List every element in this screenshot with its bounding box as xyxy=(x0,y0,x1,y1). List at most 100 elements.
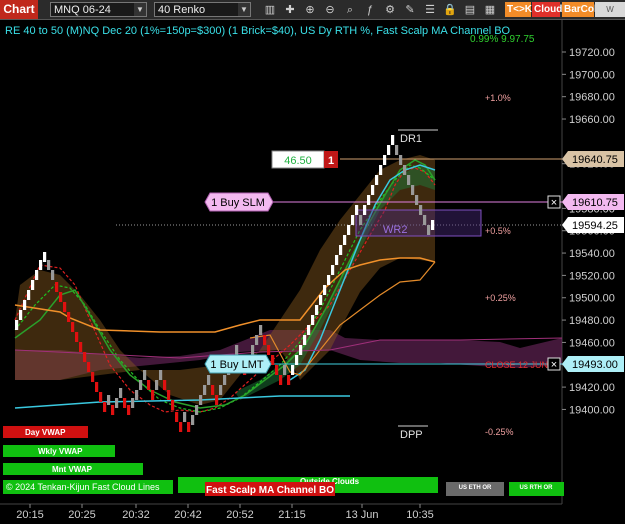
strategy-badge: Fast Scalp MA Channel BO xyxy=(205,482,335,496)
tk-toggle-button[interactable]: T<>K xyxy=(505,2,532,17)
magnify-icon[interactable]: ⌕ xyxy=(342,2,358,18)
renko-brick xyxy=(115,398,119,408)
renko-brick xyxy=(375,175,379,185)
renko-brick xyxy=(399,155,403,165)
bar-type-selector[interactable]: 40 Renko ▼ xyxy=(154,2,251,17)
chevron-down-icon: ▼ xyxy=(134,3,146,16)
price-tick-label: 19520.00 xyxy=(569,270,615,282)
renko-brick xyxy=(283,365,287,375)
badge-us-eth-or-text: US ETH OR xyxy=(459,485,492,491)
zoom-in-icon[interactable]: ⊕ xyxy=(302,2,318,18)
instrument-selector[interactable]: MNQ 06-24 ▼ xyxy=(50,2,147,17)
drawing-icon[interactable]: ✎ xyxy=(402,2,418,18)
renko-brick xyxy=(147,380,151,390)
renko-brick xyxy=(47,260,51,270)
renko-brick xyxy=(407,175,411,185)
renko-brick xyxy=(131,398,135,408)
renko-brick xyxy=(355,205,359,215)
badge-us-rth-or-text: US RTH OR xyxy=(520,485,554,491)
renko-brick xyxy=(155,380,159,390)
zoom-out-icon[interactable]: ⊖ xyxy=(322,2,338,18)
renko-brick xyxy=(267,345,271,355)
lock-icon[interactable]: 🔒 xyxy=(442,2,458,18)
renko-brick xyxy=(395,145,399,155)
strategy-icon[interactable]: ⚙ xyxy=(382,2,398,18)
renko-brick xyxy=(431,220,435,230)
dpp-label: DPP xyxy=(400,429,423,441)
renko-brick xyxy=(151,390,155,400)
properties-icon[interactable]: ☰ xyxy=(422,2,438,18)
renko-brick xyxy=(211,385,215,395)
renko-brick xyxy=(127,405,131,415)
renko-brick xyxy=(343,235,347,245)
price-label-buy-slm: 19610.75 xyxy=(562,194,624,210)
price-chart[interactable]: 19720.0019700.0019680.0019660.0019620.00… xyxy=(0,20,625,524)
renko-brick xyxy=(55,282,59,292)
renko-brick xyxy=(319,295,323,305)
renko-brick xyxy=(23,300,27,310)
bars-icon[interactable]: ▥ xyxy=(262,2,278,18)
renko-brick xyxy=(419,205,423,215)
renko-brick xyxy=(67,312,71,322)
price-label-buy-slm-text: 19610.75 xyxy=(572,197,618,209)
crosshair-icon[interactable]: ✚ xyxy=(282,2,298,18)
price-label-buy-lmt-text: 19493.00 xyxy=(572,359,618,371)
renko-brick xyxy=(259,325,263,335)
time-tick-label: 20:15 xyxy=(16,509,44,521)
price-tick-label: 19700.00 xyxy=(569,69,615,81)
renko-brick xyxy=(187,422,191,432)
renko-brick xyxy=(287,375,291,385)
renko-brick xyxy=(183,412,187,422)
price-label-last-text: 19594.25 xyxy=(572,220,618,232)
target-order-qty: 1 xyxy=(328,155,334,167)
renko-brick xyxy=(43,252,47,262)
renko-brick xyxy=(331,265,335,275)
close-icon: × xyxy=(551,197,557,209)
wvwap-toggle-button[interactable]: W VWAP xyxy=(595,2,625,29)
cloud-layer xyxy=(15,155,562,405)
renko-brick xyxy=(15,320,19,330)
buy-slm-label: 1 Buy SLM xyxy=(211,197,265,209)
badge-us-eth-or: US ETH OR xyxy=(446,482,504,496)
renko-brick xyxy=(59,292,63,302)
price-tick-label: 19720.00 xyxy=(569,47,615,59)
renko-brick xyxy=(363,205,367,215)
renko-brick xyxy=(383,155,387,165)
chart-toolbar: Chart MNQ 06-24 ▼ 40 Renko ▼ ▥ ✚ ⊕ ⊖ ⌕ ƒ ⚙ ✎ ☰ 🔒 ▤… xyxy=(0,0,625,29)
badge-day-vwap: Day VWAP xyxy=(3,426,88,438)
instrument-value: MNQ 06-24 xyxy=(54,4,111,16)
renko-brick xyxy=(291,365,295,375)
renko-brick xyxy=(387,145,391,155)
renko-brick xyxy=(295,355,299,365)
renko-brick xyxy=(51,270,55,280)
chart-header-right: 0.99% 9.97.75 xyxy=(470,34,535,45)
app-menu-button[interactable]: Chart xyxy=(0,0,38,19)
renko-brick xyxy=(207,375,211,385)
renko-brick xyxy=(111,405,115,415)
badge-wkly-vwap-text: Wkly VWAP xyxy=(38,447,83,456)
barcol-toggle-button[interactable]: BarCol xyxy=(562,2,597,17)
price-tick-label: 19540.00 xyxy=(569,248,615,260)
renko-brick xyxy=(279,375,283,385)
grid-icon[interactable]: ▦ xyxy=(482,2,498,18)
price-label-target: 19640.75 xyxy=(562,151,624,167)
time-tick-label: 20:42 xyxy=(174,509,202,521)
indicators-icon[interactable]: ƒ xyxy=(362,2,378,18)
renko-brick xyxy=(275,365,279,375)
close-prev-label: CLOSE 12 JUN xyxy=(485,360,548,370)
renko-brick xyxy=(251,345,255,355)
renko-brick xyxy=(359,215,363,225)
renko-brick xyxy=(179,422,183,432)
renko-brick xyxy=(347,225,351,235)
renko-brick xyxy=(303,335,307,345)
renko-brick xyxy=(311,315,315,325)
renko-brick xyxy=(103,402,107,412)
time-tick-label: 21:15 xyxy=(278,509,306,521)
price-tick-label: 19400.00 xyxy=(569,404,615,416)
renko-brick xyxy=(271,355,275,365)
data-box-icon[interactable]: ▤ xyxy=(462,2,478,18)
renko-brick xyxy=(391,135,395,145)
target-order[interactable]: 46.50 1 xyxy=(271,150,338,169)
cloud-toggle-button[interactable]: Cloud xyxy=(532,2,562,17)
price-label-target-text: 19640.75 xyxy=(572,154,618,166)
